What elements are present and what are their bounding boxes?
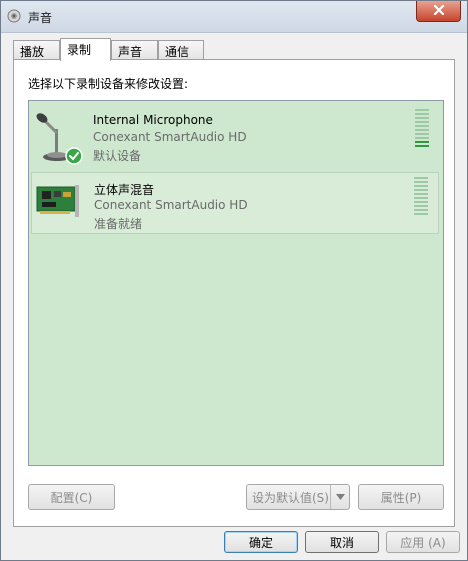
meter-segment (414, 193, 428, 195)
device-item-internal-microphone[interactable]: Internal Microphone Conexant SmartAudio … (31, 105, 439, 167)
tab-strip: 播放 录制 声音 通信 (13, 38, 453, 61)
tab-label: 声音 (118, 45, 143, 59)
meter-segment (415, 125, 429, 127)
button-label: 设为默认值(S) (252, 490, 329, 505)
window-title: 声音 (28, 11, 53, 25)
meter-segment-active (415, 145, 429, 147)
meter-segment (414, 209, 428, 211)
meter-segment (415, 117, 429, 119)
button-label: 确定 (248, 535, 273, 550)
meter-segment-active (415, 141, 429, 143)
recording-panel: 选择以下录制设备来修改设置: Internal Microphone Conex… (13, 59, 455, 527)
meter-segment (415, 109, 429, 111)
meter-segment (414, 181, 428, 183)
apply-button[interactable]: 应用 (A) (386, 531, 460, 553)
chevron-down-icon[interactable] (330, 485, 349, 509)
device-driver: Conexant SmartAudio HD (94, 198, 248, 212)
meter-segment (414, 197, 428, 199)
tab-sounds[interactable]: 声音 (111, 40, 158, 60)
device-driver: Conexant SmartAudio HD (93, 130, 247, 144)
tab-communications[interactable]: 通信 (158, 40, 204, 60)
configure-button[interactable]: 配置(C) (28, 484, 115, 510)
meter-segment (415, 137, 429, 139)
meter-segment (414, 185, 428, 187)
tab-label: 播放 (20, 45, 45, 59)
meter-segment (415, 113, 429, 115)
tab-label: 录制 (67, 43, 92, 57)
level-meter (414, 177, 430, 231)
meter-segment (414, 177, 428, 179)
tab-recording[interactable]: 录制 (60, 38, 111, 61)
instruction-text: 选择以下录制设备来修改设置: (28, 77, 189, 91)
set-default-button[interactable]: 设为默认值(S) (246, 484, 350, 510)
device-status: 默认设备 (93, 149, 142, 163)
device-status: 准备就绪 (94, 217, 143, 231)
level-meter (415, 109, 431, 163)
speaker-icon (7, 9, 21, 23)
tab-playback[interactable]: 播放 (13, 40, 60, 60)
close-icon (433, 4, 445, 18)
device-item-stereo-mix[interactable]: 立体声混音 Conexant SmartAudio HD 准备就绪 (31, 172, 439, 234)
device-list[interactable]: Internal Microphone Conexant SmartAudio … (28, 100, 444, 466)
ok-button[interactable]: 确定 (224, 531, 298, 553)
green-check-icon (65, 147, 83, 168)
meter-segment (414, 201, 428, 203)
button-label: 配置(C) (50, 490, 93, 505)
button-label: 取消 (329, 535, 354, 550)
title-bar[interactable]: 声音 (1, 1, 467, 33)
tab-label: 通信 (165, 45, 190, 59)
button-label: 应用 (A) (400, 535, 446, 550)
meter-segment (414, 213, 428, 215)
sound-card-icon (34, 177, 84, 233)
device-name: Internal Microphone (93, 113, 213, 127)
sound-dialog: 声音 播放 录制 声音 通信 选择以下录制设备来修改设置: Internal M… (0, 0, 468, 561)
meter-segment (415, 121, 429, 123)
meter-segment (414, 205, 428, 207)
meter-segment (415, 129, 429, 131)
properties-button[interactable]: 属性(P) (358, 484, 444, 510)
device-name: 立体声混音 (94, 183, 155, 197)
button-label: 属性(P) (380, 490, 422, 505)
meter-segment (415, 133, 429, 135)
close-button[interactable] (416, 1, 461, 22)
meter-segment (414, 189, 428, 191)
cancel-button[interactable]: 取消 (305, 531, 379, 553)
